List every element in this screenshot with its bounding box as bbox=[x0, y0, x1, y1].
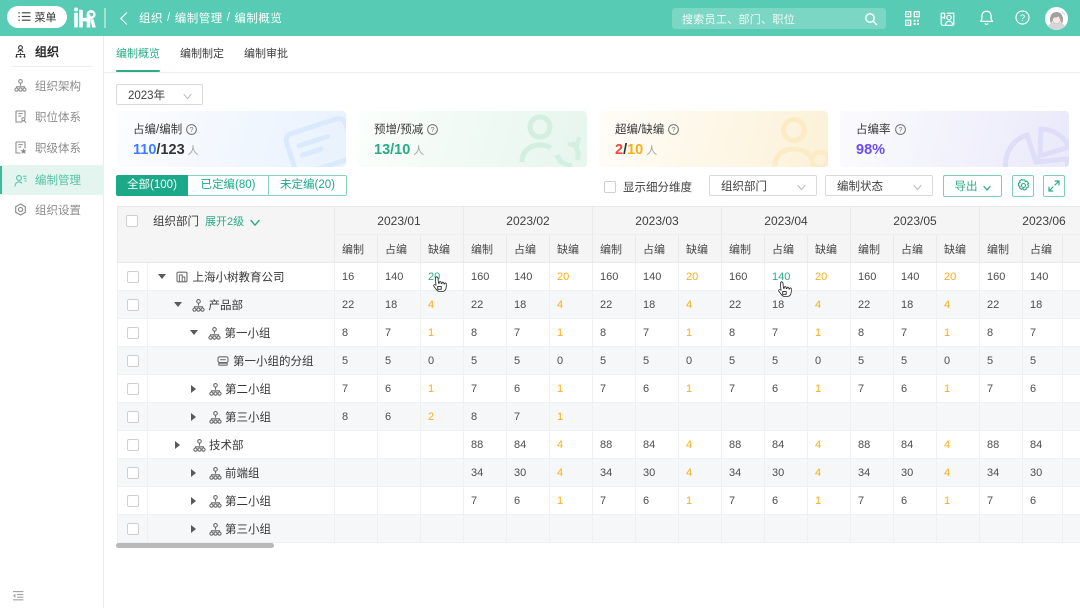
svg-text:?: ? bbox=[672, 125, 676, 134]
svg-text:?: ? bbox=[1020, 13, 1025, 24]
svg-text:?: ? bbox=[898, 125, 902, 134]
svg-text:?: ? bbox=[190, 125, 194, 134]
svg-text:?: ? bbox=[431, 125, 435, 134]
